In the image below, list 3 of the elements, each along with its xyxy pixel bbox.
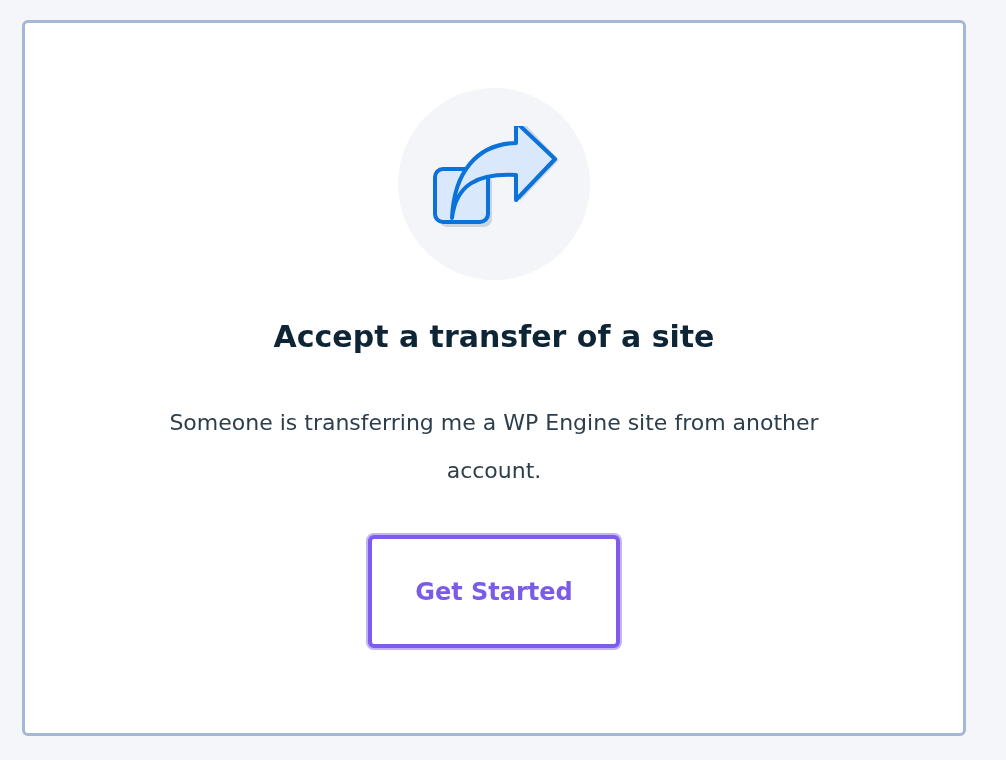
card-title: Accept a transfer of a site: [273, 318, 715, 356]
card-description: Someone is transferring me a WP Engine site from another account.: [168, 409, 820, 485]
get-started-button[interactable]: Get Started: [368, 535, 620, 648]
